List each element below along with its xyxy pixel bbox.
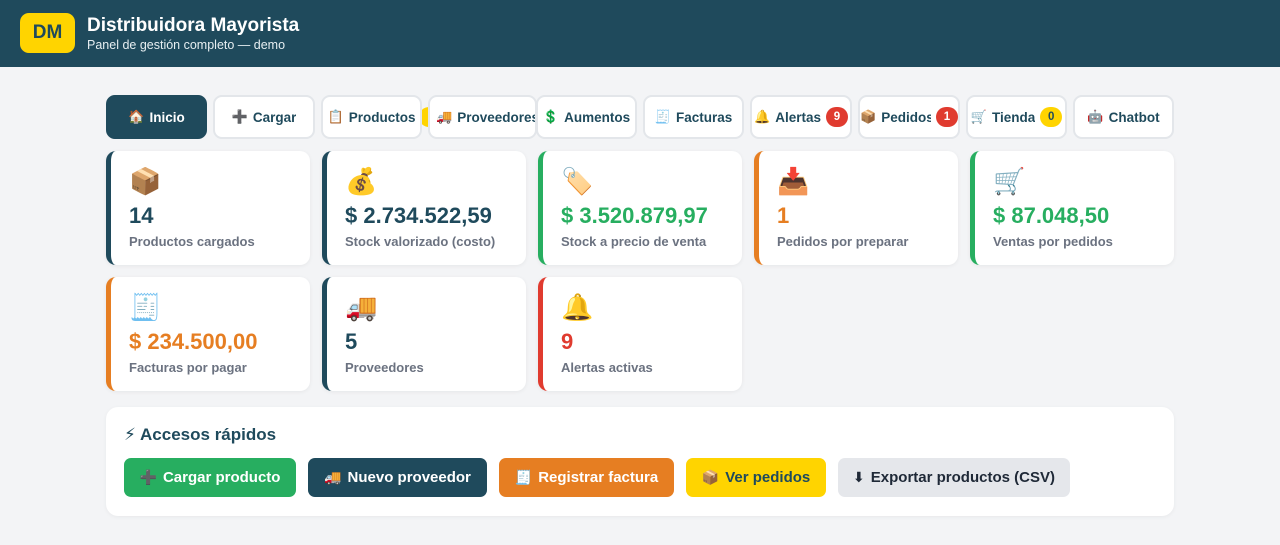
tab-chatbot[interactable]: 🤖 Chatbot xyxy=(1073,95,1174,139)
truck-icon: 🚚 xyxy=(436,109,453,124)
tab-cargar[interactable]: ➕ Cargar xyxy=(213,95,315,139)
stat-card-ventas: 🛒 $ 87.048,50 Ventas por pedidos xyxy=(970,151,1174,265)
tab-label: Alertas xyxy=(775,109,821,125)
tab-label: Tienda xyxy=(991,109,1036,125)
tab-label: Inicio xyxy=(149,109,185,125)
app-header: DM Distribuidora Mayorista Panel de gest… xyxy=(0,0,1280,67)
clipboard-icon: 📋 xyxy=(327,109,344,124)
receipt-icon: 🧾 xyxy=(654,109,671,124)
plus-icon: ➕ xyxy=(139,469,157,485)
button-label: Cargar producto xyxy=(162,469,281,486)
price-tag-icon: 🏷️ xyxy=(561,166,594,196)
home-icon: 🏠 xyxy=(128,109,145,124)
tab-pedidos[interactable]: 📦 Pedidos 1 xyxy=(858,95,960,139)
money-bag-icon: 💰 xyxy=(345,166,378,196)
truck-icon: 🚚 xyxy=(324,469,342,485)
stat-card-pedidos-preparar: 📥 1 Pedidos por preparar xyxy=(754,151,958,265)
stat-value: 5 xyxy=(345,329,358,354)
stat-value: $ 3.520.879,97 xyxy=(561,203,708,228)
tab-label: Chatbot xyxy=(1108,109,1160,125)
bell-icon: 🔔 xyxy=(754,109,771,124)
dollar-icon: 💲 xyxy=(542,109,560,124)
stat-label: Ventas por pedidos xyxy=(993,234,1113,249)
cart-icon: 🛒 xyxy=(993,166,1026,196)
logo: DM xyxy=(20,13,75,53)
download-icon: ⬇ xyxy=(853,469,865,485)
stat-value: $ 87.048,50 xyxy=(993,203,1110,228)
tab-label: Cargar xyxy=(252,109,297,125)
stat-value: 14 xyxy=(129,203,154,228)
stat-card-facturas: 🧾 $ 234.500,00 Facturas por pagar xyxy=(106,277,310,391)
tab-label: Facturas xyxy=(675,109,733,125)
tab-tienda[interactable]: 🛒 Tienda 0 xyxy=(966,95,1067,139)
alert-count-badge: 9 xyxy=(825,107,848,127)
button-label: Registrar factura xyxy=(538,469,659,486)
tab-label: Productos xyxy=(348,109,416,125)
button-label: Exportar productos (CSV) xyxy=(870,469,1055,486)
plus-icon: ➕ xyxy=(231,109,248,124)
stat-card-alertas: 🔔 9 Alertas activas xyxy=(538,277,742,391)
stat-value: $ 2.734.522,59 xyxy=(345,203,492,228)
app-title: Distribuidora Mayorista xyxy=(87,15,300,36)
stat-label: Alertas activas xyxy=(561,360,653,375)
tab-productos[interactable]: 📋 Productos xyxy=(321,95,422,139)
tab-label: Aumentos xyxy=(564,109,631,125)
stat-label: Stock valorizado (costo) xyxy=(345,234,496,249)
stat-card-stock-costo: 💰 $ 2.734.522,59 Stock valorizado (costo… xyxy=(322,151,526,265)
bell-icon: 🔔 xyxy=(561,292,594,322)
stat-card-proveedores: 🚚 5 Proveedores xyxy=(322,277,526,391)
exportar-csv-button[interactable]: ⬇ Exportar productos (CSV) xyxy=(838,458,1070,497)
package-icon: 📦 xyxy=(860,109,877,124)
quick-access-title: ⚡ Accesos rápidos xyxy=(124,425,276,445)
robot-icon: 🤖 xyxy=(1087,109,1104,124)
package-icon: 📦 xyxy=(701,469,720,485)
quick-access-panel: ⚡ Accesos rápidos ➕ Cargar producto 🚚 Nu… xyxy=(106,407,1174,516)
stat-label: Stock a precio de venta xyxy=(561,234,707,249)
button-label: Nuevo proveedor xyxy=(347,469,471,486)
stat-value: 9 xyxy=(561,329,574,354)
cart-icon: 🛒 xyxy=(970,109,987,124)
order-count-badge: 1 xyxy=(936,107,958,127)
app-subtitle: Panel de gestión completo — demo xyxy=(87,38,286,52)
tab-inicio[interactable]: 🏠 Inicio xyxy=(106,95,207,139)
store-count-badge: 0 xyxy=(1040,107,1063,127)
receipt-icon: 🧾 xyxy=(514,469,533,485)
quick-access-label: Accesos rápidos xyxy=(140,425,277,444)
nuevo-proveedor-button[interactable]: 🚚 Nuevo proveedor xyxy=(308,458,487,497)
package-icon: 📦 xyxy=(129,166,162,196)
stat-label: Facturas por pagar xyxy=(129,360,247,375)
stat-value: 1 xyxy=(777,203,790,228)
lightning-icon: ⚡ xyxy=(124,425,136,444)
button-label: Ver pedidos xyxy=(725,469,811,486)
tab-alertas[interactable]: 🔔 Alertas 9 xyxy=(750,95,852,139)
stat-label: Proveedores xyxy=(345,360,424,375)
tab-aumentos[interactable]: 💲 Aumentos xyxy=(536,95,637,139)
tab-label: Pedidos xyxy=(881,109,931,125)
cargar-producto-button[interactable]: ➕ Cargar producto xyxy=(124,458,296,497)
stat-label: Productos cargados xyxy=(129,234,255,249)
tab-facturas[interactable]: 🧾 Facturas xyxy=(643,95,744,139)
stat-card-productos: 📦 14 Productos cargados xyxy=(106,151,310,265)
tab-proveedores[interactable]: 🚚 Proveedores xyxy=(428,95,537,139)
inbox-icon: 📥 xyxy=(777,166,810,196)
ver-pedidos-button[interactable]: 📦 Ver pedidos xyxy=(686,458,826,497)
truck-icon: 🚚 xyxy=(345,292,378,322)
stat-card-stock-venta: 🏷️ $ 3.520.879,97 Stock a precio de vent… xyxy=(538,151,742,265)
stat-value: $ 234.500,00 xyxy=(129,329,258,354)
registrar-factura-button[interactable]: 🧾 Registrar factura xyxy=(499,458,674,497)
receipt-icon: 🧾 xyxy=(129,292,162,322)
tab-label: Proveedores xyxy=(457,109,535,125)
stat-label: Pedidos por preparar xyxy=(777,234,909,249)
